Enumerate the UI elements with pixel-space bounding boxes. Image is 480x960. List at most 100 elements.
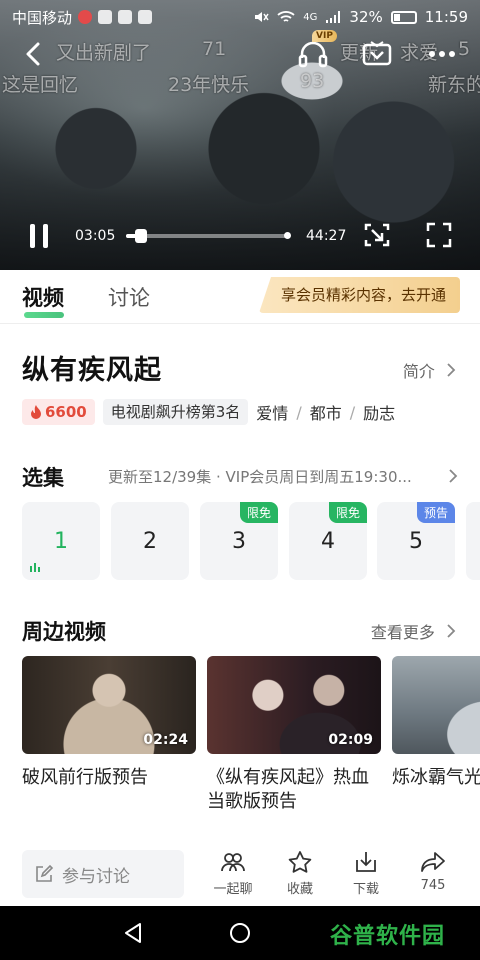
genre-separator: / xyxy=(349,402,356,422)
star-icon xyxy=(288,851,312,873)
wifi-icon xyxy=(277,11,295,22)
back-button[interactable] xyxy=(18,38,50,70)
group-chat-icon xyxy=(221,853,245,872)
player-bottom-controls: 03:05 44:27 xyxy=(0,214,480,258)
signal-icon xyxy=(326,11,341,23)
intro-link[interactable]: 简介 xyxy=(403,358,456,382)
genre-tag[interactable]: 励志 xyxy=(363,400,395,424)
video-title: 烁冰霸气光 xyxy=(392,767,480,788)
video-title: 《纵有疾风起》热血当歌版预告 xyxy=(207,767,369,812)
fullscreen-button[interactable] xyxy=(424,220,454,250)
download-icon xyxy=(356,852,376,872)
episode-item[interactable]: 5 预告 xyxy=(377,502,455,580)
system-navigation-bar: 谷普软件园 xyxy=(0,906,480,960)
video-thumbnail: 02:09 xyxy=(207,656,381,754)
related-video-card[interactable]: 烁冰霸气光 xyxy=(392,656,480,790)
network-type: 4G xyxy=(303,11,318,23)
watermark-logo: 谷普软件园 xyxy=(330,924,446,949)
episode-item-partial[interactable] xyxy=(466,502,480,580)
watch-together-label: 一起聊 xyxy=(213,882,253,897)
nav-home-icon[interactable] xyxy=(229,922,251,944)
related-video-card[interactable]: 02:09 《纵有疾风起》热血当歌版预告 xyxy=(207,656,381,814)
preview-badge: 预告 xyxy=(416,502,455,523)
app-notification-icon xyxy=(98,10,113,24)
see-more-link[interactable]: 查看更多 xyxy=(371,619,456,643)
content-tabs: 视频 讨论 享会员精彩内容，去开通 xyxy=(0,270,480,324)
share-count: 745 xyxy=(420,878,446,893)
pause-button[interactable] xyxy=(26,222,54,250)
video-duration: 02:24 xyxy=(143,732,188,748)
genre-tag[interactable]: 都市 xyxy=(310,400,342,424)
carrier-name: 中国移动 xyxy=(12,8,73,27)
episode-item[interactable]: 3 限免 xyxy=(200,502,278,580)
episode-list: 1 2 3 限免 4 限免 5 预告 xyxy=(22,502,480,580)
related-video-card[interactable]: 02:24 破风前行版预告 xyxy=(22,656,196,790)
message-icon xyxy=(138,10,153,24)
app-notification-icon xyxy=(78,10,93,24)
mini-player-button[interactable] xyxy=(362,220,392,250)
genre-tag[interactable]: 爱情 xyxy=(256,400,288,424)
heat-value: 6600 xyxy=(45,403,87,421)
cast-to-tv-button[interactable] xyxy=(360,38,394,70)
chevron-right-icon xyxy=(447,363,456,377)
total-time: 44:27 xyxy=(306,228,347,244)
watch-together-button[interactable]: 一起聊 xyxy=(203,850,263,897)
favorite-label: 收藏 xyxy=(286,882,313,897)
episodes-update-link[interactable]: 更新至12/39集 · VIP会员周日到周五19:30... xyxy=(108,466,458,487)
chevron-right-icon xyxy=(448,469,458,483)
share-arrow-icon xyxy=(421,852,445,872)
show-tags: 6600 电视剧飙升榜第3名 爱情 / 都市 / 励志 xyxy=(22,398,395,426)
free-badge: 限免 xyxy=(328,502,367,523)
flame-icon xyxy=(31,405,41,419)
favorite-button[interactable]: 收藏 xyxy=(270,850,330,897)
episode-item[interactable]: 4 限免 xyxy=(289,502,367,580)
rank-badge[interactable]: 电视剧飙升榜第3名 xyxy=(102,399,249,425)
more-dots-icon xyxy=(429,51,455,57)
progress-end-marker xyxy=(284,232,291,239)
episode-number: 2 xyxy=(143,528,157,554)
episodes-update-info: 更新至12/39集 · VIP会员周日到周五19:30... xyxy=(108,468,412,486)
episode-number: 3 xyxy=(232,528,246,554)
episode-item-current[interactable]: 1 xyxy=(22,502,100,580)
episode-number: 5 xyxy=(409,528,423,554)
episode-number: 4 xyxy=(321,528,335,554)
genre-separator: / xyxy=(296,402,302,422)
danmu-comment: 93 xyxy=(300,70,325,92)
video-thumbnail: 02:24 xyxy=(22,656,196,754)
mute-icon xyxy=(255,12,269,22)
episode-item[interactable]: 2 xyxy=(111,502,189,580)
show-title: 纵有疾风起 xyxy=(22,355,162,386)
edit-icon xyxy=(36,864,54,882)
tv-icon xyxy=(362,41,392,66)
episode-number: 1 xyxy=(54,528,68,554)
video-duration: 02:09 xyxy=(328,732,373,748)
share-button[interactable]: 745 xyxy=(403,850,463,893)
progress-bar[interactable] xyxy=(126,229,291,243)
progress-handle[interactable] xyxy=(135,229,148,243)
tab-video[interactable]: 视频 xyxy=(22,282,64,318)
video-player[interactable]: 又出新剧了 71 这是回忆 23年快乐 93 新东的 更新 求爱 5 中国移动 … xyxy=(0,0,480,270)
danmu-comment: 23年快乐 xyxy=(168,74,250,96)
more-options-button[interactable] xyxy=(422,38,462,70)
video-title: 破风前行版预告 xyxy=(22,767,148,788)
clock: 11:59 xyxy=(424,8,468,26)
player-top-controls: VIP xyxy=(0,30,480,72)
intro-label: 简介 xyxy=(402,362,435,381)
audio-mode-button[interactable] xyxy=(296,38,330,70)
picture-in-picture-icon xyxy=(364,223,390,247)
comment-input[interactable]: 参与讨论 xyxy=(22,850,184,898)
video-thumbnail xyxy=(392,656,480,754)
tab-discussion[interactable]: 讨论 xyxy=(108,282,150,312)
bottom-action-bar: 参与讨论 一起聊 收藏 下载 745 xyxy=(0,842,480,906)
free-badge: 限免 xyxy=(239,502,278,523)
heat-badge: 6600 xyxy=(22,399,95,425)
nav-back-icon[interactable] xyxy=(122,922,144,944)
episodes-heading: 选集 xyxy=(22,466,64,490)
battery-icon xyxy=(390,10,417,24)
chevron-right-icon xyxy=(447,624,456,638)
related-heading: 周边视频 xyxy=(22,620,106,644)
vip-promo-button[interactable]: 享会员精彩内容，去开通 xyxy=(258,277,460,313)
download-button[interactable]: 下载 xyxy=(336,850,396,897)
chevron-left-icon xyxy=(26,42,40,66)
danmu-comment: 这是回忆 xyxy=(2,74,79,96)
